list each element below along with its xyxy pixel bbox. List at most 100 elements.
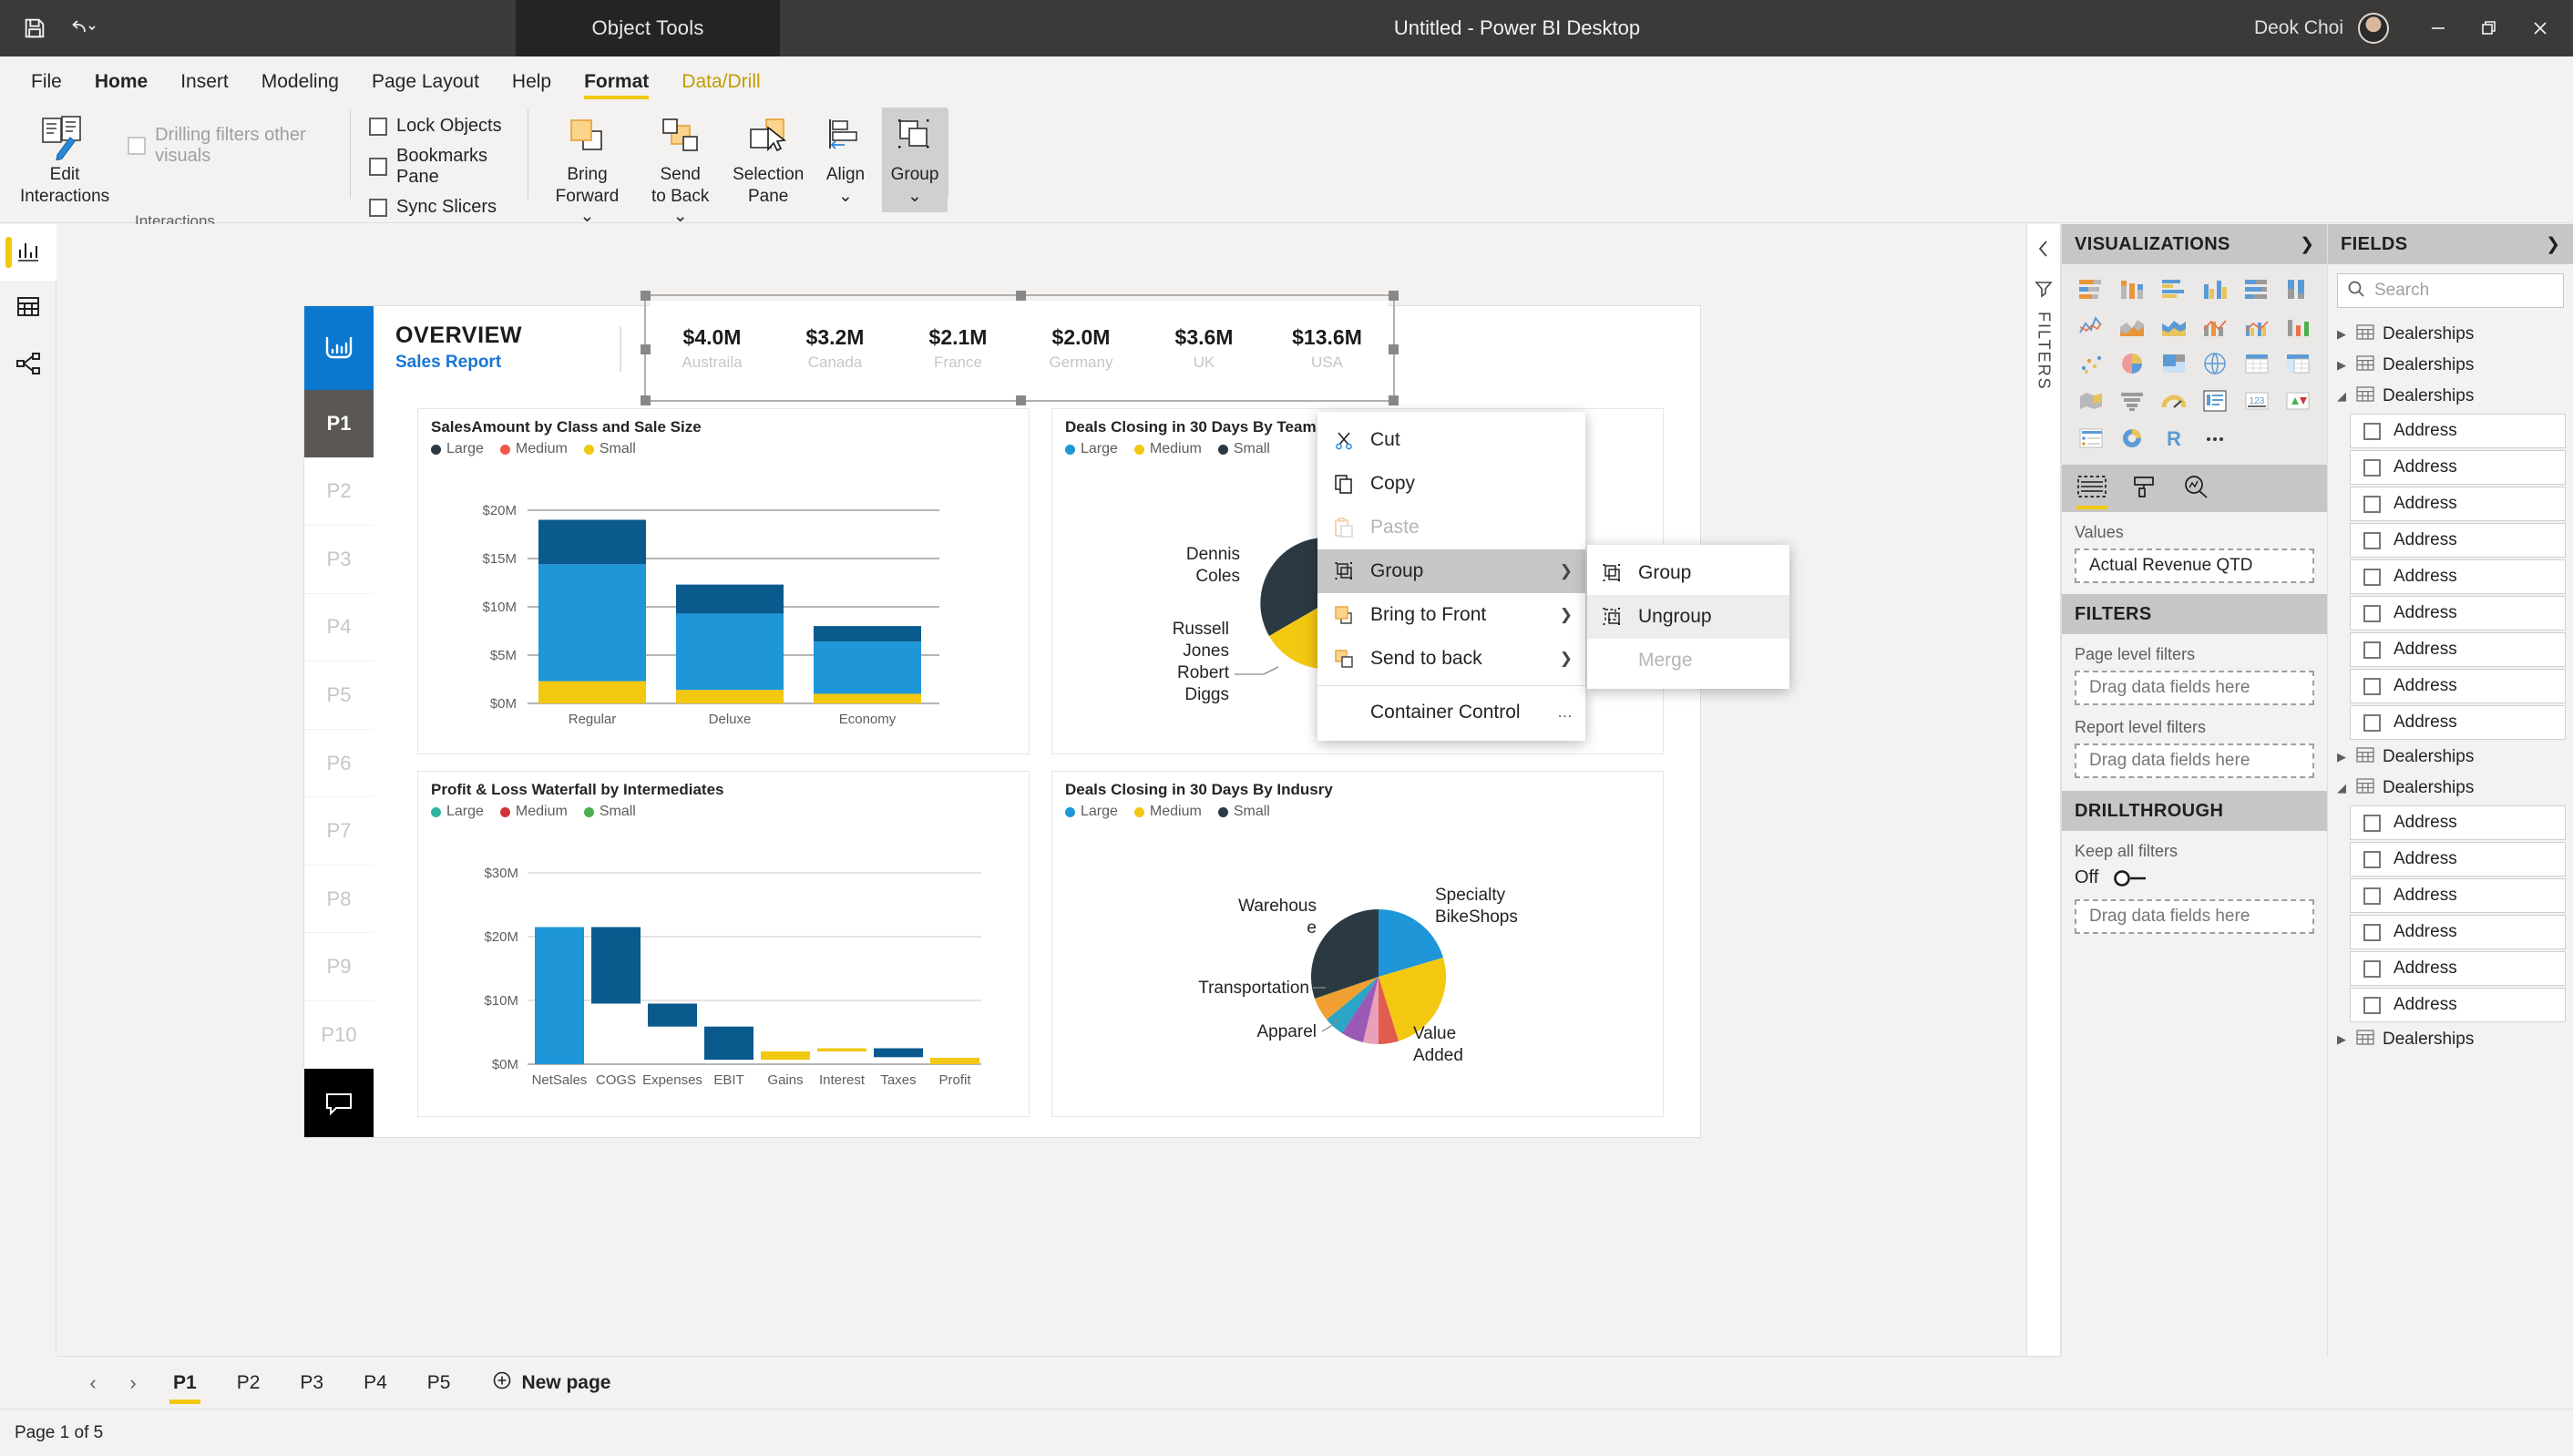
stacked-column-chart-icon[interactable] bbox=[2115, 273, 2151, 304]
map-icon[interactable] bbox=[2198, 348, 2234, 379]
send-to-back-button[interactable]: Send to Back ⌄ bbox=[637, 108, 723, 231]
page-tab-p4[interactable]: P4 bbox=[343, 1357, 407, 1410]
chevron-down-icon[interactable]: ⌄ bbox=[907, 187, 922, 206]
pie-chart-icon[interactable] bbox=[2115, 348, 2151, 379]
field-item[interactable]: Address bbox=[2350, 632, 2566, 667]
stacked-bar-chart-icon[interactable] bbox=[2073, 273, 2109, 304]
field-checkbox[interactable] bbox=[2363, 677, 2381, 695]
report-nav-p5[interactable]: P5 bbox=[304, 661, 374, 730]
minimize-icon[interactable] bbox=[2413, 0, 2464, 56]
tab-analytics[interactable] bbox=[2182, 465, 2209, 512]
page-tab-p5[interactable]: P5 bbox=[407, 1357, 471, 1410]
sidebar-item-model-view[interactable] bbox=[0, 337, 56, 394]
funnel-icon[interactable] bbox=[2027, 263, 2060, 304]
report-nav-p4[interactable]: P4 bbox=[304, 594, 374, 662]
kpi-card-usa[interactable]: $13.6M USA bbox=[1266, 325, 1389, 372]
chevron-right-icon[interactable]: ▶ bbox=[2337, 750, 2348, 764]
ribbon-tab-file[interactable]: File bbox=[15, 72, 78, 100]
field-checkbox[interactable] bbox=[2363, 495, 2381, 513]
clustered-column-chart-icon[interactable] bbox=[2198, 273, 2234, 304]
page-tab-p2[interactable]: P2 bbox=[217, 1357, 281, 1410]
resize-handle-e[interactable] bbox=[1389, 344, 1399, 354]
filled-map-icon[interactable] bbox=[2073, 385, 2109, 416]
context-menu-item-cut[interactable]: Cut bbox=[1317, 418, 1585, 462]
field-item[interactable]: Address bbox=[2350, 878, 2566, 913]
tab-format[interactable] bbox=[2131, 465, 2158, 512]
field-item[interactable]: Address bbox=[2350, 523, 2566, 558]
matrix-icon[interactable] bbox=[2281, 348, 2317, 379]
close-icon[interactable] bbox=[2515, 0, 2566, 56]
line-chart-icon[interactable] bbox=[2073, 311, 2109, 342]
page-tab-p3[interactable]: P3 bbox=[280, 1357, 343, 1410]
field-checkbox[interactable] bbox=[2363, 713, 2381, 732]
resize-handle-ne[interactable] bbox=[1389, 291, 1399, 301]
field-item[interactable]: Address bbox=[2350, 842, 2566, 877]
field-item[interactable]: Address bbox=[2350, 559, 2566, 594]
field-checkbox[interactable] bbox=[2363, 568, 2381, 586]
report-level-filters-dropzone[interactable]: Drag data fields here bbox=[2075, 743, 2314, 778]
submenu-item-ungroup[interactable]: Ungroup bbox=[1587, 595, 1789, 639]
submenu-item-group[interactable]: Group bbox=[1587, 551, 1789, 595]
undo-icon[interactable] bbox=[69, 14, 98, 43]
ribbon-tab-insert[interactable]: Insert bbox=[164, 72, 245, 100]
legend-item[interactable]: Small bbox=[1217, 441, 1270, 457]
resize-handle-n[interactable] bbox=[1016, 291, 1026, 301]
legend-item[interactable]: Medium bbox=[499, 441, 568, 457]
scatter-chart-icon[interactable] bbox=[2073, 348, 2109, 379]
search-input[interactable] bbox=[2374, 281, 2573, 301]
field-checkbox[interactable] bbox=[2363, 641, 2381, 659]
chevron-right-icon[interactable]: › bbox=[113, 1371, 153, 1395]
ribbon-tab-modeling[interactable]: Modeling bbox=[245, 72, 355, 100]
drillthrough-dropzone[interactable]: Drag data fields here bbox=[2075, 899, 2314, 934]
table-icon[interactable] bbox=[2239, 348, 2275, 379]
100-stacked-bar-chart-icon[interactable] bbox=[2239, 273, 2275, 304]
legend-item[interactable]: Large bbox=[431, 804, 484, 820]
context-menu-item-send-to-back[interactable]: Send to back ❯ bbox=[1317, 637, 1585, 681]
field-item[interactable]: Address bbox=[2350, 951, 2566, 986]
stacked-area-chart-icon[interactable] bbox=[2156, 311, 2192, 342]
report-nav-p6[interactable]: P6 bbox=[304, 730, 374, 798]
field-checkbox[interactable] bbox=[2363, 996, 2381, 1014]
field-item[interactable]: Address bbox=[2350, 669, 2566, 703]
chevron-down-icon[interactable]: ◢ bbox=[2337, 781, 2348, 795]
lock-objects-checkbox-row[interactable]: Lock Objects bbox=[365, 111, 506, 141]
field-checkbox[interactable] bbox=[2363, 531, 2381, 549]
tab-fields-well[interactable] bbox=[2076, 465, 2107, 512]
kpi-banner[interactable]: $4.0M Austraila $3.2M Canada $2.1M Franc… bbox=[651, 301, 1389, 395]
align-button[interactable]: Align ⌄ bbox=[813, 108, 878, 212]
treemap-icon[interactable] bbox=[2156, 348, 2192, 379]
field-checkbox[interactable] bbox=[2363, 959, 2381, 978]
fields-table-row[interactable]: ▶ Dealerships bbox=[2335, 742, 2566, 773]
legend-item[interactable]: Small bbox=[583, 804, 636, 820]
ribbon-tab-help[interactable]: Help bbox=[496, 72, 568, 100]
legend-item[interactable]: Large bbox=[1065, 804, 1118, 820]
chevron-right-icon[interactable]: ▶ bbox=[2337, 327, 2348, 342]
ribbon-tab-home[interactable]: Home bbox=[78, 72, 164, 100]
ellipsis-icon[interactable]: … bbox=[1557, 703, 1573, 722]
fields-table-row[interactable]: ▶ Dealerships bbox=[2335, 319, 2566, 350]
legend-item[interactable]: Small bbox=[583, 441, 636, 457]
field-item[interactable]: Address bbox=[2350, 805, 2566, 840]
field-checkbox[interactable] bbox=[2363, 422, 2381, 440]
edit-interactions-button[interactable]: Edit Interactions bbox=[15, 108, 115, 212]
chevron-left-icon[interactable]: ‹ bbox=[73, 1371, 113, 1395]
fields-table-row[interactable]: ▶ Dealerships bbox=[2335, 350, 2566, 381]
context-menu-item-copy[interactable]: Copy bbox=[1317, 462, 1585, 506]
r-script-visual-icon[interactable]: R bbox=[2156, 423, 2192, 454]
kpi-card-canada[interactable]: $3.2M Canada bbox=[774, 325, 897, 372]
ribbon-tab-page-layout[interactable]: Page Layout bbox=[355, 72, 496, 100]
chevron-down-icon[interactable]: ⌄ bbox=[838, 187, 853, 206]
gauge-icon[interactable] bbox=[2156, 385, 2192, 416]
legend-item[interactable]: Small bbox=[1217, 804, 1270, 820]
sidebar-item-data-view[interactable] bbox=[0, 281, 56, 337]
save-icon[interactable] bbox=[20, 14, 49, 43]
report-nav-p2[interactable]: P2 bbox=[304, 458, 374, 527]
field-checkbox[interactable] bbox=[2363, 604, 2381, 622]
comment-icon[interactable] bbox=[304, 1069, 374, 1137]
field-checkbox[interactable] bbox=[2363, 923, 2381, 941]
donut-chart-icon[interactable] bbox=[2115, 423, 2151, 454]
more-visuals-icon[interactable] bbox=[2198, 423, 2234, 454]
field-item[interactable]: Address bbox=[2350, 450, 2566, 485]
filters-rail-label[interactable]: FILTERS bbox=[2035, 312, 2054, 391]
legend-item[interactable]: Large bbox=[431, 441, 484, 457]
